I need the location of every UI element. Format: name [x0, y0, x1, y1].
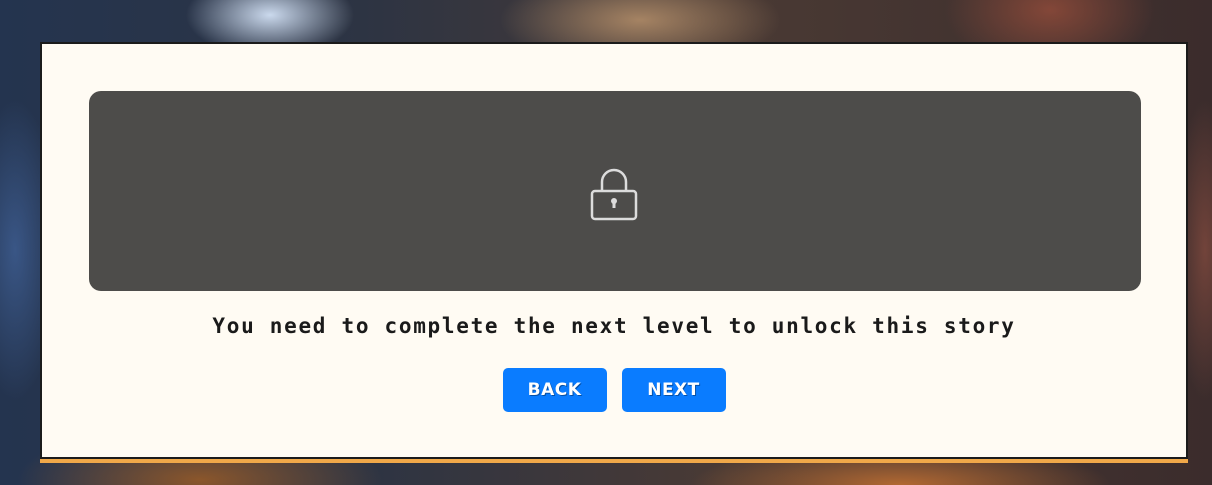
locked-story-dialog: You need to complete the next level to u…: [40, 42, 1188, 459]
story-preview-locked: [89, 91, 1141, 291]
unlock-requirement-message: You need to complete the next level to u…: [212, 314, 1016, 338]
back-button[interactable]: BACK: [502, 368, 607, 412]
next-button[interactable]: NEXT: [621, 368, 726, 412]
dialog-actions: BACK NEXT: [42, 368, 1186, 412]
lock-icon: [590, 168, 638, 221]
